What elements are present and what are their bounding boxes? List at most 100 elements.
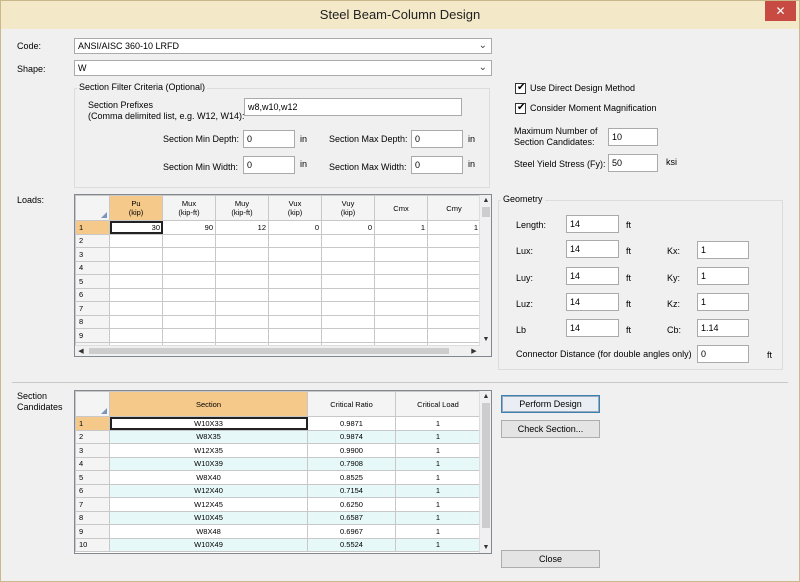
scroll-thumb[interactable]: [482, 403, 490, 528]
candidate-ratio-cell[interactable]: 0.6967: [307, 524, 396, 539]
candidates-row[interactable]: 8 W10X45 0.6587 1: [75, 510, 481, 525]
loads-cell[interactable]: [268, 301, 322, 316]
code-dropdown[interactable]: ANSI/AISC 360-10 LRFD ⌄: [74, 38, 492, 54]
perform-design-button[interactable]: Perform Design: [501, 395, 600, 413]
candidate-load-cell[interactable]: 1: [395, 429, 481, 444]
loads-cell[interactable]: [427, 260, 481, 275]
loads-cell[interactable]: [427, 247, 481, 262]
loads-cell[interactable]: [162, 301, 216, 316]
max-width-input[interactable]: 0: [411, 156, 463, 174]
candidate-section-cell[interactable]: W12X45: [109, 497, 308, 512]
candidate-section-cell[interactable]: W10X49: [109, 537, 308, 552]
close-button[interactable]: Close: [501, 550, 600, 568]
loads-cell[interactable]: [427, 301, 481, 316]
candidate-section-cell[interactable]: W12X35: [109, 443, 308, 458]
scroll-right-icon[interactable]: ▶: [468, 346, 480, 356]
row-header[interactable]: 10: [75, 537, 110, 552]
candidate-section-cell[interactable]: W12X40: [109, 483, 308, 498]
row-header[interactable]: 6: [75, 287, 110, 302]
loads-cell[interactable]: [321, 274, 375, 289]
candidates-grid-corner[interactable]: [75, 391, 110, 417]
loads-cell[interactable]: 0: [268, 220, 322, 235]
candidates-column-header[interactable]: Critical Ratio: [307, 391, 396, 417]
candidate-section-cell[interactable]: W10X33: [109, 416, 308, 431]
loads-cell[interactable]: [427, 328, 481, 343]
loads-cell[interactable]: [215, 233, 269, 248]
candidate-ratio-cell[interactable]: 0.9871: [307, 416, 396, 431]
loads-cell[interactable]: 1: [427, 220, 481, 235]
row-header[interactable]: 3: [75, 443, 110, 458]
candidate-load-cell[interactable]: 1: [395, 524, 481, 539]
row-header[interactable]: 4: [75, 260, 110, 275]
loads-cell[interactable]: 1: [374, 220, 428, 235]
row-header[interactable]: 7: [75, 497, 110, 512]
candidate-ratio-cell[interactable]: 0.6587: [307, 510, 396, 525]
candidates-grid[interactable]: Section Critical Ratio Critical Load 1 W10X…: [74, 390, 492, 554]
candidate-ratio-cell[interactable]: 0.9900: [307, 443, 396, 458]
loads-column-header[interactable]: Pu (kip): [109, 195, 163, 221]
loads-cell[interactable]: [109, 301, 163, 316]
candidate-section-cell[interactable]: W10X45: [109, 510, 308, 525]
candidates-column-header[interactable]: Section: [109, 391, 308, 417]
candidate-load-cell[interactable]: 1: [395, 537, 481, 552]
candidate-load-cell[interactable]: 1: [395, 470, 481, 485]
direct-design-checkbox[interactable]: ✔: [515, 82, 526, 94]
length-input[interactable]: 14: [566, 215, 619, 233]
loads-cell[interactable]: [427, 314, 481, 329]
loads-cell[interactable]: [268, 274, 322, 289]
loads-cell[interactable]: [374, 247, 428, 262]
scroll-up-icon[interactable]: ▲: [480, 195, 491, 206]
loads-cell[interactable]: [109, 260, 163, 275]
row-header[interactable]: 9: [75, 328, 110, 343]
loads-cell[interactable]: [162, 314, 216, 329]
loads-cell[interactable]: [162, 260, 216, 275]
loads-cell[interactable]: [162, 287, 216, 302]
loads-cell[interactable]: [162, 328, 216, 343]
candidate-ratio-cell[interactable]: 0.8525: [307, 470, 396, 485]
loads-cell[interactable]: [374, 287, 428, 302]
lb-input[interactable]: 14: [566, 319, 619, 337]
loads-cell[interactable]: [321, 287, 375, 302]
scroll-down-icon[interactable]: ▼: [480, 334, 491, 345]
loads-cell[interactable]: [374, 274, 428, 289]
check-section-button[interactable]: Check Section...: [501, 420, 600, 438]
candidates-row[interactable]: 2 W8X35 0.9874 1: [75, 429, 481, 444]
loads-cell[interactable]: [268, 287, 322, 302]
loads-cell[interactable]: [268, 247, 322, 262]
candidates-row[interactable]: 3 W12X35 0.9900 1: [75, 443, 481, 458]
candidates-row[interactable]: 5 W8X40 0.8525 1: [75, 470, 481, 485]
row-header[interactable]: 6: [75, 483, 110, 498]
loads-cell[interactable]: [215, 301, 269, 316]
loads-cell[interactable]: [374, 301, 428, 316]
loads-cell[interactable]: [321, 314, 375, 329]
loads-cell[interactable]: [374, 328, 428, 343]
candidate-load-cell[interactable]: 1: [395, 416, 481, 431]
loads-cell[interactable]: [109, 247, 163, 262]
candidates-vertical-scrollbar[interactable]: ▲ ▼: [479, 391, 491, 553]
cb-input[interactable]: 1.14: [697, 319, 749, 337]
loads-cell[interactable]: [321, 247, 375, 262]
row-header[interactable]: 4: [75, 456, 110, 471]
loads-cell[interactable]: [321, 301, 375, 316]
luy-input[interactable]: 14: [566, 267, 619, 285]
loads-cell[interactable]: [215, 274, 269, 289]
candidates-row[interactable]: 7 W12X45 0.6250 1: [75, 497, 481, 512]
candidate-section-cell[interactable]: W8X35: [109, 429, 308, 444]
scroll-thumb[interactable]: [482, 207, 490, 217]
kx-input[interactable]: 1: [697, 241, 749, 259]
candidates-row[interactable]: 1 W10X33 0.9871 1: [75, 416, 481, 431]
max-candidates-input[interactable]: 10: [608, 128, 658, 146]
candidate-load-cell[interactable]: 1: [395, 510, 481, 525]
loads-cell[interactable]: [109, 328, 163, 343]
loads-cell[interactable]: [215, 328, 269, 343]
row-header[interactable]: 1: [75, 416, 110, 431]
candidate-section-cell[interactable]: W10X39: [109, 456, 308, 471]
lux-input[interactable]: 14: [566, 240, 619, 258]
loads-cell[interactable]: [215, 287, 269, 302]
loads-cell[interactable]: [109, 233, 163, 248]
loads-cell[interactable]: [427, 287, 481, 302]
loads-column-header[interactable]: Muy (kip-ft): [215, 195, 269, 221]
loads-cell[interactable]: 12: [215, 220, 269, 235]
loads-cell[interactable]: [162, 247, 216, 262]
candidates-row[interactable]: 4 W10X39 0.7908 1: [75, 456, 481, 471]
